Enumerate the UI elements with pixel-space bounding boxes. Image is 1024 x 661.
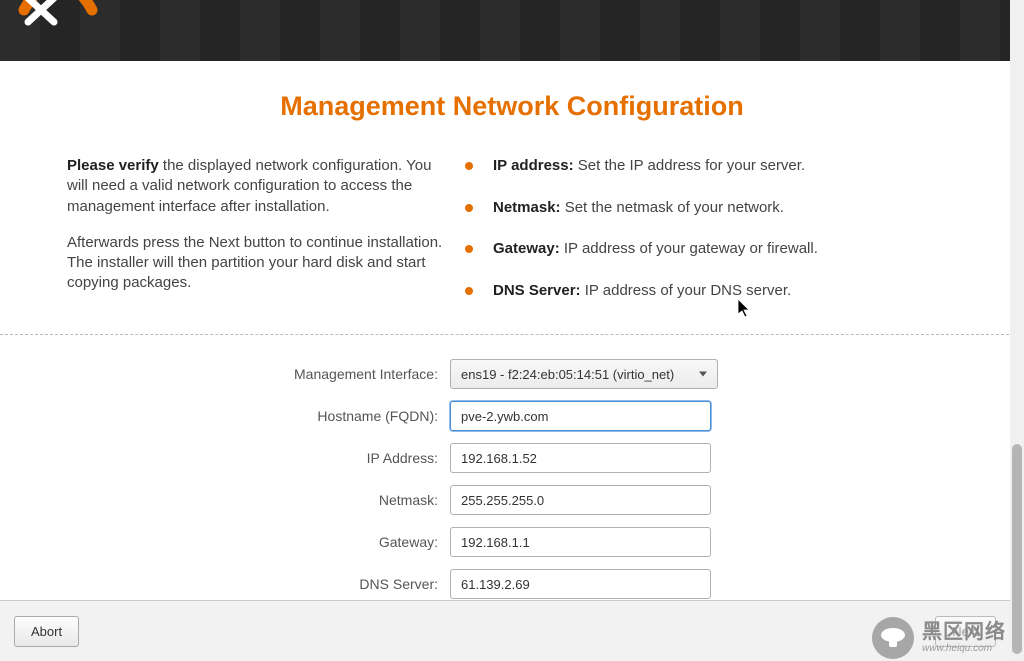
gateway-input[interactable] [450, 527, 711, 557]
hostname-input[interactable] [450, 401, 711, 431]
bullet-icon [465, 245, 473, 253]
bullet-gateway: Gateway: IP address of your gateway or f… [463, 239, 957, 259]
page-title: Management Network Configuration [0, 91, 1024, 122]
interface-selected-value: ens19 - f2:24:eb:05:14:51 (virtio_net) [461, 367, 674, 382]
watermark-logo-circle [872, 617, 914, 659]
label-ip: IP Address: [0, 450, 450, 466]
label-interface: Management Interface: [0, 366, 450, 382]
network-form: Management Interface: ens19 - f2:24:eb:0… [0, 335, 1024, 600]
bullet-icon [465, 287, 473, 295]
scrollbar-thumb[interactable] [1012, 444, 1022, 654]
label-hostname: Hostname (FQDN): [0, 408, 450, 424]
abort-button[interactable]: Abort [14, 616, 79, 647]
ip-input[interactable] [450, 443, 711, 473]
netmask-input[interactable] [450, 485, 711, 515]
verify-bold: Please verify [67, 157, 159, 174]
description-left: Please verify the displayed network conf… [67, 156, 463, 322]
dns-input[interactable] [450, 569, 711, 599]
watermark-cn-text: 黑区网络 [922, 622, 1006, 642]
bullet-dns: DNS Server: IP address of your DNS serve… [463, 281, 957, 301]
chevron-down-icon [699, 372, 707, 377]
watermark-url-text: www.heiqu.com [922, 644, 1006, 654]
watermark: 黑区网络 www.heiqu.com [872, 617, 1006, 659]
bullet-netmask: Netmask: Set the netmask of your network… [463, 198, 957, 218]
bullet-icon [465, 204, 473, 212]
installer-footer: Abort Next [0, 600, 1010, 661]
label-netmask: Netmask: [0, 492, 450, 508]
interface-dropdown[interactable]: ens19 - f2:24:eb:05:14:51 (virtio_net) [450, 359, 718, 389]
description-right: IP address: Set the IP address for your … [463, 156, 957, 322]
proxmox-logo-partial [18, 0, 98, 42]
main-content: Management Network Configuration Please … [0, 61, 1024, 600]
description-columns: Please verify the displayed network conf… [67, 156, 957, 322]
bullet-ip: IP address: Set the IP address for your … [463, 156, 957, 176]
installer-header [0, 0, 1024, 61]
bullet-icon [465, 162, 473, 170]
label-gateway: Gateway: [0, 534, 450, 550]
scrollbar-track[interactable] [1010, 0, 1024, 661]
description-para2: Afterwards press the Next button to cont… [67, 233, 443, 294]
label-dns: DNS Server: [0, 576, 450, 592]
